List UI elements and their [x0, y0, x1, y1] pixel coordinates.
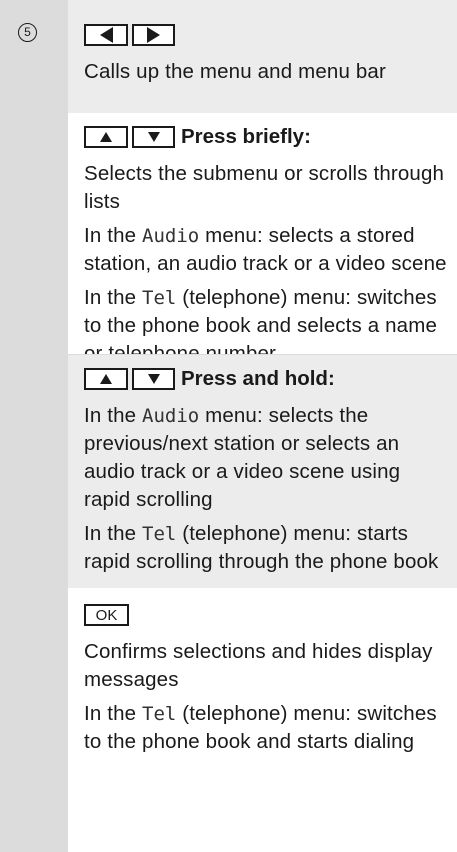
row-press-briefly: Press briefly: Selects the submenu or sc… — [68, 114, 457, 365]
up-arrow-key — [84, 368, 128, 390]
left-arrow-icon — [99, 27, 113, 43]
menu-keys-description: Calls up the menu and menu bar — [84, 60, 386, 83]
ok-key: OK — [84, 604, 129, 626]
manual-page: 5 Calls up the menu and menu bar Press b… — [0, 0, 457, 852]
press-and-hold-para2: In the Tel (telephone) menu: starts rapi… — [84, 522, 439, 573]
right-arrow-icon — [147, 27, 160, 43]
up-arrow-icon — [100, 374, 112, 384]
up-down-keys: Press briefly: — [84, 124, 451, 150]
up-arrow-key — [84, 126, 128, 148]
row-menu-keys: Calls up the menu and menu bar — [68, 0, 457, 113]
press-briefly-para2: In the Audio menu: selects a stored stat… — [84, 224, 447, 275]
row-ok-key: OK Confirms selections and hides display… — [68, 589, 457, 852]
ok-key-row: OK — [84, 602, 451, 628]
press-and-hold-label: Press and hold: — [181, 367, 335, 390]
item-number: 5 — [18, 23, 37, 42]
right-arrow-key — [132, 24, 175, 46]
up-down-keys: Press and hold: — [84, 366, 451, 392]
press-briefly-para1: Selects the submenu or scrolls through l… — [84, 162, 445, 213]
down-arrow-key — [132, 126, 175, 148]
ok-para1: Confirms selections and hides display me… — [84, 640, 433, 691]
left-right-keys — [84, 22, 451, 48]
press-and-hold-para1: In the Audio menu: selects the previous/… — [84, 404, 401, 511]
row-press-and-hold: Press and hold: In the Audio menu: selec… — [68, 355, 457, 588]
ok-para2: In the Tel (telephone) menu: switches to… — [84, 702, 437, 753]
press-briefly-label: Press briefly: — [181, 125, 311, 148]
down-arrow-icon — [147, 374, 160, 384]
number-column: 5 — [0, 0, 68, 852]
down-arrow-icon — [147, 132, 160, 142]
left-arrow-key — [84, 24, 128, 46]
up-arrow-icon — [100, 132, 112, 142]
down-arrow-key — [132, 368, 175, 390]
